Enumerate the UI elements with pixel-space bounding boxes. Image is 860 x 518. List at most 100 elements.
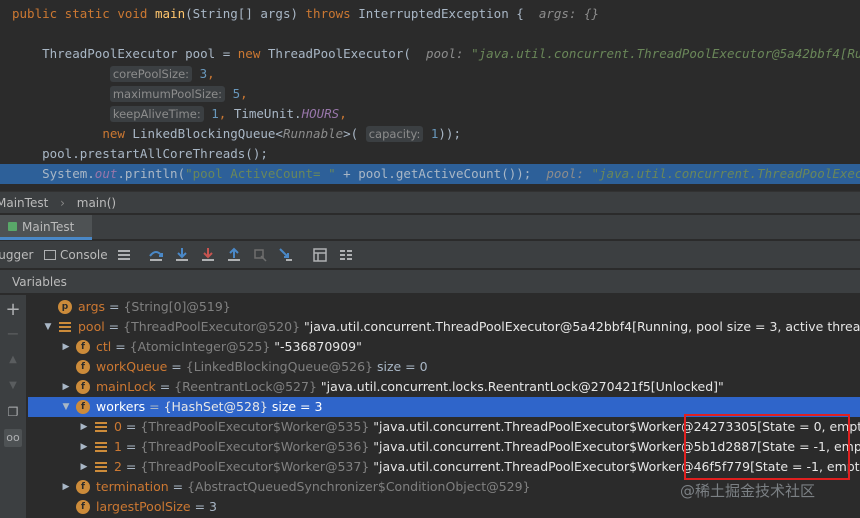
parameter-hint: corePoolSize: [109,66,193,82]
code-line[interactable]: new LinkedBlockingQueue<Runnable>( capac… [0,124,860,144]
tab-debugger[interactable]: Debugger [0,241,38,269]
code-line[interactable]: ThreadPoolExecutor pool = new ThreadPool… [0,44,860,64]
step-out-icon[interactable] [226,247,242,263]
variable-name: largestPoolSize [96,499,191,514]
variable-row-mainLock[interactable]: ▶ f mainLock = {ReentrantLock@527} "java.u… [28,377,860,397]
equals-sign: = [121,459,141,474]
collapse-arrow-icon[interactable]: ▼ [42,317,54,337]
code-token: .println( [117,166,186,181]
inline-debug-value: pool: [425,46,472,61]
variable-type: {ThreadPoolExecutor$Worker@535} [140,419,370,434]
collapse-arrow-icon[interactable]: ▼ [60,397,72,417]
code-token: System. [12,166,95,181]
evaluate-expression-icon[interactable] [312,247,328,263]
breadcrumb-class[interactable]: MainTest [0,192,48,214]
variables-panel-header: Variables [0,270,860,294]
expand-arrow-icon[interactable]: ▶ [60,377,72,397]
code-line[interactable]: keepAliveTime: 1, TimeUnit.HOURS, [0,104,860,124]
object-value-icon [94,420,108,434]
code-token: ThreadPoolExecutor( [267,46,426,61]
code-token: 1 [211,106,219,121]
expand-arrow-icon[interactable]: ▶ [78,437,90,457]
variable-name: 2 [114,459,122,474]
variable-value: "java.util.concurrent.ThreadPoolExecutor… [304,319,860,334]
code-token: (String[] args) [185,6,306,21]
variable-value: "-536870909" [274,339,362,354]
breadcrumb: MainTest › main() [0,191,860,213]
move-up-icon[interactable]: ▲ [4,351,22,369]
code-token: 3 [199,66,208,81]
breadcrumb-method[interactable]: main() [77,192,116,214]
variable-type: {HashSet@528} [163,399,268,414]
show-watches-icon[interactable]: oo [4,429,22,447]
console-icon [44,250,56,260]
variable-name: workQueue [96,359,168,374]
equals-sign: = [168,479,188,494]
code-line[interactable]: maximumPoolSize: 5, [0,84,860,104]
tab-console[interactable]: Console [44,241,108,269]
drop-frame-icon[interactable] [252,247,268,263]
code-editor[interactable]: public static void main(String[] args) t… [0,0,860,184]
equals-sign: = [111,339,130,354]
expand-arrow-icon[interactable]: ▶ [78,417,90,437]
code-line[interactable]: public static void main(String[] args) t… [0,4,860,24]
code-token: HOURS [301,106,340,121]
copy-icon[interactable]: ❐ [4,403,22,421]
field-icon: f [76,480,90,494]
parameter-hint: maximumPoolSize: [109,86,226,102]
run-config-icon [8,222,17,231]
tab-maintest-label: MainTest [22,220,75,234]
object-value-icon [58,320,72,334]
parameter-icon: p [58,300,72,314]
tab-maintest[interactable]: MainTest [0,215,92,240]
parameter-hint: capacity: [365,126,424,142]
code-token: new [237,46,268,61]
variable-row-ctl[interactable]: ▶ f ctl = {AtomicInteger@525} "-536870909" [28,337,860,357]
variable-row-workQueue[interactable]: f workQueue = {LinkedBlockingQueue@526} s… [28,357,860,377]
variable-value: 3 [209,499,217,514]
code-token: , [339,106,347,121]
force-step-into-icon[interactable] [200,247,216,263]
expand-arrow-icon[interactable]: ▶ [60,337,72,357]
current-execution-line[interactable]: System.out.println("pool ActiveCount= " … [0,164,860,184]
variable-type: {LinkedBlockingQueue@526} [185,359,373,374]
code-line[interactable]: corePoolSize: 3, [0,64,860,84]
code-token: TimeUnit. [233,106,302,121]
step-over-icon[interactable] [148,247,164,263]
variable-name: pool [78,319,105,334]
variable-text: args = {String[0]@519} [78,297,231,317]
expand-arrow-icon[interactable]: ▶ [60,477,72,497]
code-line[interactable]: pool.prestartAllCoreThreads(); [0,144,860,164]
inline-debug-value: pool: [546,166,592,181]
variable-row-pool[interactable]: ▼ pool = {ThreadPoolExecutor@520} "java.u… [28,317,860,337]
inline-debug-value: "java.util.concurrent.ThreadPoolExecutor… [591,166,860,181]
field-icon: f [76,400,90,414]
move-down-icon[interactable]: ▼ [4,377,22,395]
remove-watch-icon[interactable]: − [4,325,22,343]
code-token: 5 [232,86,241,101]
variable-name: args [78,299,106,314]
add-watch-icon[interactable]: + [4,301,22,319]
run-to-cursor-icon[interactable] [278,247,294,263]
equals-sign: = [121,419,141,434]
code-token: >( [343,126,366,141]
code-token: pool.prestartAllCoreThreads(); [12,146,268,161]
object-value-icon [94,440,108,454]
equals-sign: = [155,379,175,394]
expand-arrow-icon[interactable]: ▶ [78,457,90,477]
trace-current-stream-icon[interactable] [338,247,354,263]
variable-row-args[interactable]: p args = {String[0]@519} [28,297,860,317]
code-token: new [102,126,133,141]
code-line[interactable] [0,24,860,44]
variable-text: termination = {AbstractQueuedSynchronize… [96,477,531,497]
equals-sign: = [190,499,210,514]
tab-debugger-label: Debugger [0,248,34,262]
code-token: main [155,6,186,21]
layout-icon[interactable] [116,247,132,263]
step-into-icon[interactable] [174,247,190,263]
